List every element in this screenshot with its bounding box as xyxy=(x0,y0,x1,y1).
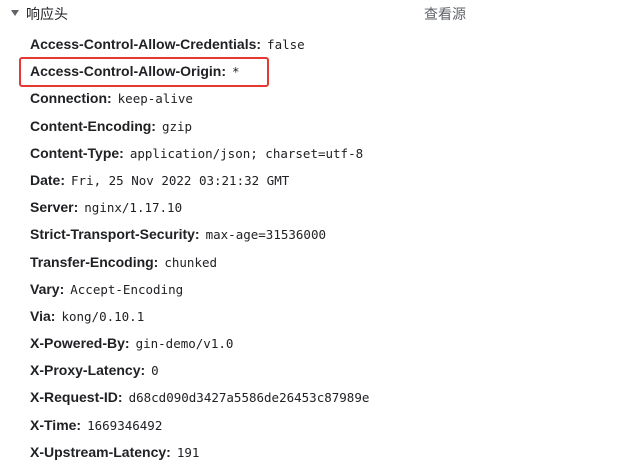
header-value: Accept-Encoding xyxy=(70,281,184,297)
header-name: Content-Encoding: xyxy=(30,117,156,134)
header-name: X-Time: xyxy=(30,416,82,433)
caret-down-icon[interactable] xyxy=(9,7,21,19)
section-title[interactable]: 响应头 xyxy=(26,5,68,23)
header-row: Vary: Accept-Encoding xyxy=(30,276,369,303)
response-headers-section-header[interactable]: 响应头 查看源 xyxy=(0,0,630,28)
header-value: nginx/1.17.10 xyxy=(84,200,183,216)
header-name: Date: xyxy=(30,171,66,188)
header-row: Server: nginx/1.17.10 xyxy=(30,194,369,221)
header-value: application/json; charset=utf-8 xyxy=(129,145,364,161)
header-value: Fri, 25 Nov 2022 03:21:32 GMT xyxy=(71,172,290,188)
header-value: gin-demo/v1.0 xyxy=(135,336,234,352)
view-source-link[interactable]: 查看源 xyxy=(424,5,466,23)
header-name: X-Powered-By: xyxy=(30,335,130,352)
highlight-box xyxy=(19,57,269,87)
header-row: X-Request-ID: d68cd090d3427a5586de26453c8… xyxy=(30,384,369,411)
header-row: Strict-Transport-Security: max-age=315360… xyxy=(30,221,369,248)
header-name: X-Upstream-Latency: xyxy=(30,443,171,460)
header-row: Via: kong/0.10.1 xyxy=(30,303,369,330)
header-value: d68cd090d3427a5586de26453c87989e xyxy=(128,390,370,406)
header-value: 191 xyxy=(176,444,200,460)
header-value: kong/0.10.1 xyxy=(61,308,145,324)
header-row: Content-Type: application/json; charset=u… xyxy=(30,140,369,167)
header-value: 1669346492 xyxy=(87,417,163,433)
header-value: max-age=31536000 xyxy=(205,227,327,243)
header-name: Transfer-Encoding: xyxy=(30,253,159,270)
header-name: Connection: xyxy=(30,90,112,107)
response-headers-list: Access-Control-Allow-Credentials: false A… xyxy=(30,31,369,466)
header-value: keep-alive xyxy=(117,91,193,107)
header-row: Access-Control-Allow-Credentials: false xyxy=(30,31,369,58)
header-name: Server: xyxy=(30,199,79,216)
header-value: 0 xyxy=(151,363,159,379)
header-name: Strict-Transport-Security: xyxy=(30,226,200,243)
header-row: X-Proxy-Latency: 0 xyxy=(30,357,369,384)
header-row: X-Time: 1669346492 xyxy=(30,412,369,439)
header-name: Vary: xyxy=(30,280,65,297)
header-row: Date: Fri, 25 Nov 2022 03:21:32 GMT xyxy=(30,167,369,194)
header-row: X-Upstream-Latency: 191 xyxy=(30,439,369,466)
header-value: gzip xyxy=(161,118,193,134)
header-row: Transfer-Encoding: chunked xyxy=(30,249,369,276)
header-row: X-Powered-By: gin-demo/v1.0 xyxy=(30,330,369,357)
header-name: Content-Type: xyxy=(30,144,124,161)
header-value: false xyxy=(267,37,305,52)
header-name: Via: xyxy=(30,307,56,324)
header-name: X-Proxy-Latency: xyxy=(30,362,146,379)
header-row: Connection: keep-alive xyxy=(30,85,369,112)
header-row: Content-Encoding: gzip xyxy=(30,113,369,140)
header-name: X-Request-ID: xyxy=(30,389,123,406)
header-value: chunked xyxy=(164,254,218,270)
header-name: Access-Control-Allow-Credentials: xyxy=(30,36,262,52)
